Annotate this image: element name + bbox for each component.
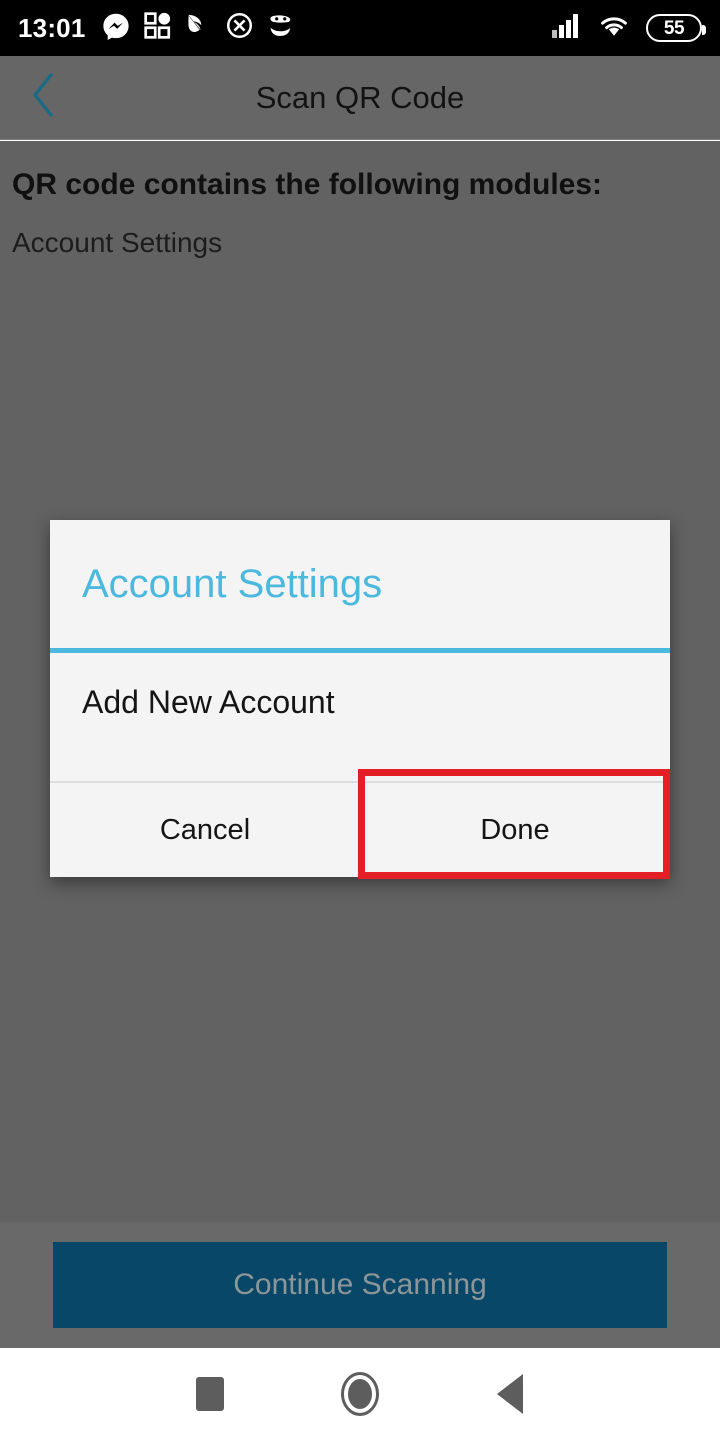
- cancel-button[interactable]: Cancel: [50, 783, 360, 877]
- dialog-button-row: Cancel Done: [50, 769, 670, 879]
- app-grid-icon: [143, 12, 171, 44]
- battery-indicator: 55: [646, 14, 706, 42]
- android-navigation-bar: [0, 1348, 720, 1440]
- phone-screen: 13:01 55 Scan QR Code QR code contains t…: [0, 0, 720, 1440]
- wifi-icon: [598, 13, 630, 44]
- messenger-icon: [102, 12, 130, 45]
- status-bar: 13:01 55: [0, 0, 720, 56]
- nav-recents-button[interactable]: [135, 1348, 285, 1440]
- battery-nub: [702, 25, 706, 35]
- battery-level-text: 55: [663, 17, 685, 39]
- dialog-list-item[interactable]: Add New Account: [82, 683, 638, 721]
- face-icon: [267, 13, 295, 44]
- status-notification-icons: [102, 12, 295, 45]
- triangle-left-icon: [497, 1374, 523, 1414]
- nav-back-button[interactable]: [435, 1348, 585, 1440]
- circle-icon: [341, 1372, 379, 1416]
- paper-plane-icon: [185, 12, 212, 44]
- dialog-body: Add New Account: [50, 653, 670, 781]
- dialog-title: Account Settings: [82, 562, 383, 606]
- dialog-title-area: Account Settings: [50, 520, 670, 648]
- circle-x-icon: [226, 12, 253, 44]
- square-icon: [196, 1377, 224, 1411]
- status-clock: 13:01: [18, 13, 86, 43]
- done-button[interactable]: Done: [360, 783, 670, 877]
- status-system-icons: 55: [552, 13, 706, 44]
- nav-home-button[interactable]: [285, 1348, 435, 1440]
- account-settings-dialog: Account Settings Add New Account Cancel …: [50, 520, 670, 879]
- cellular-signal-icon: [552, 13, 582, 44]
